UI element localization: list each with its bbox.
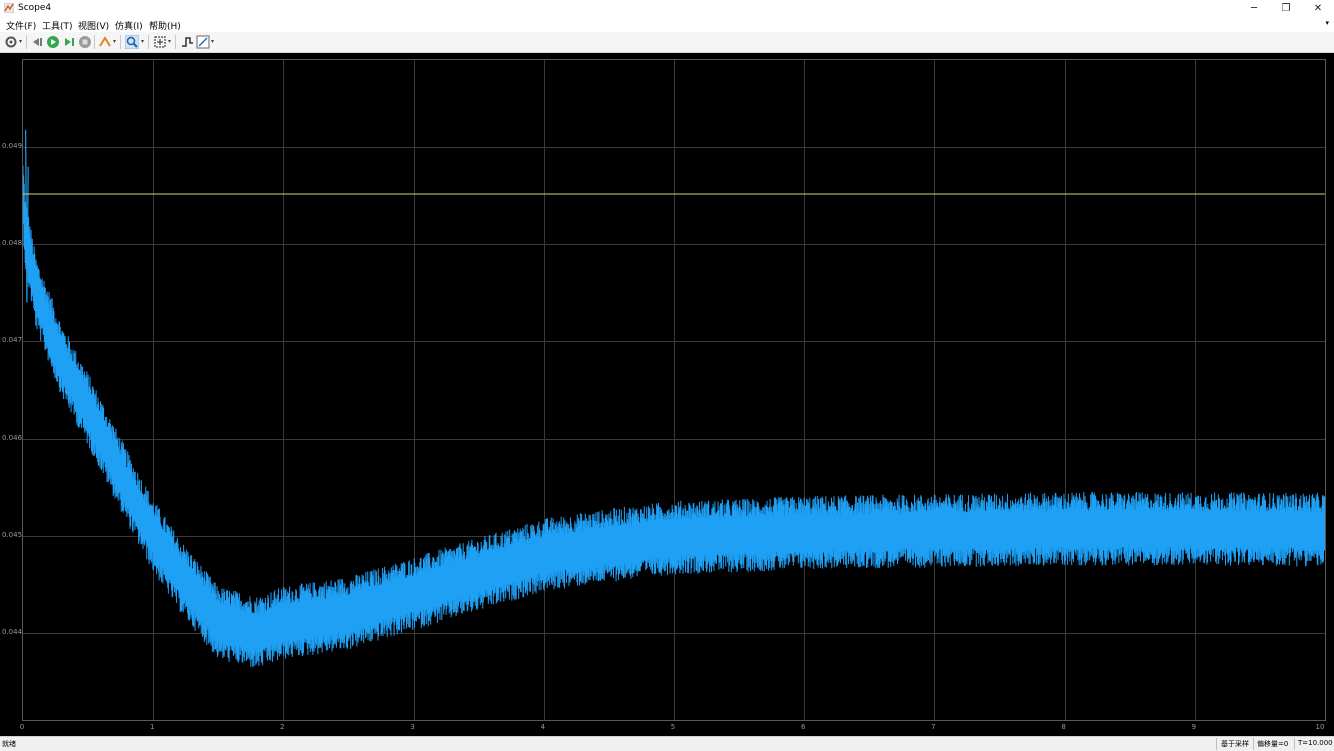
menu-bar: 文件(F) 工具(T) 视图(V) 仿真(I) 帮助(H) ▾ <box>0 17 1334 32</box>
x-tick-label: 3 <box>410 723 415 731</box>
y-tick-label: 0.045 <box>2 530 23 539</box>
zoom-dropdown-icon[interactable]: ▾ <box>141 38 144 45</box>
x-tick-label: 1 <box>149 723 155 731</box>
step-forward-icon[interactable] <box>62 35 76 49</box>
close-button[interactable]: ✕ <box>1302 0 1334 17</box>
highlight-dropdown-icon[interactable]: ▾ <box>113 38 116 45</box>
measurements-icon[interactable] <box>196 35 210 49</box>
status-divider <box>1216 738 1217 750</box>
y-tick-label: 0.046 <box>2 433 23 442</box>
toolbar-separator <box>148 35 149 49</box>
toolbar-separator <box>175 35 176 49</box>
minimize-button[interactable]: ─ <box>1238 0 1270 17</box>
status-divider <box>1253 738 1254 750</box>
x-tick-label: 8 <box>1061 723 1066 731</box>
menu-overflow-icon[interactable]: ▾ <box>1325 19 1329 27</box>
signal-trace-1 <box>23 165 1325 667</box>
x-tick-label: 7 <box>931 723 936 731</box>
menu-file[interactable]: 文件(F) <box>6 19 36 32</box>
y-tick-label: 0.044 <box>2 627 23 636</box>
scope-display: 0 1 2 3 4 5 6 7 8 9 10 0.044 0.045 0.046 0.047 0.048 0.0… <box>0 53 1334 736</box>
status-sample-mode: 基于采样 <box>1221 740 1249 748</box>
matlab-scope-icon <box>4 3 14 13</box>
plot-axes[interactable] <box>22 59 1326 721</box>
menu-view[interactable]: 视图(V) <box>78 19 109 32</box>
menu-simulation[interactable]: 仿真(I) <box>115 19 143 32</box>
triggers-icon[interactable] <box>180 35 194 49</box>
x-tick-label: 10 <box>1315 723 1325 731</box>
restore-button[interactable]: ❐ <box>1270 0 1302 17</box>
y-tick-label: 0.049 <box>2 142 23 151</box>
x-tick-label: 0 <box>19 723 25 731</box>
stop-icon[interactable] <box>78 35 92 49</box>
toolbar-separator <box>94 35 95 49</box>
toolbar: ▾ ▾ ▾ ▾ ▾ <box>0 32 1334 53</box>
step-back-icon[interactable] <box>30 35 44 49</box>
title-bar: Scope4 ─ ❐ ✕ <box>0 0 1334 17</box>
status-offset: 偏移量=0 <box>1257 740 1289 748</box>
status-divider <box>1294 738 1295 750</box>
y-tick-label: 0.047 <box>2 336 23 345</box>
toolbar-separator <box>120 35 121 49</box>
status-ready: 就绪 <box>2 740 16 748</box>
toolbar-separator <box>26 35 27 49</box>
x-tick-label: 9 <box>1191 723 1197 731</box>
autoscale-icon[interactable] <box>153 35 167 49</box>
run-icon[interactable] <box>46 35 60 49</box>
settings-dropdown-icon[interactable]: ▾ <box>19 38 22 45</box>
y-tick-label: 0.048 <box>2 239 23 248</box>
window-title: Scope4 <box>18 3 52 13</box>
status-bar: 就绪 基于采样 偏移量=0 T=10.000 <box>0 736 1334 751</box>
settings-icon[interactable] <box>4 35 18 49</box>
menu-help[interactable]: 帮助(H) <box>149 19 181 32</box>
x-tick-label: 4 <box>540 723 546 731</box>
x-tick-label: 2 <box>280 723 285 731</box>
highlight-icon[interactable] <box>98 35 112 49</box>
status-time: T=10.000 <box>1298 739 1333 747</box>
zoom-icon[interactable] <box>125 35 139 49</box>
menu-tools[interactable]: 工具(T) <box>42 19 73 32</box>
signal-plot <box>23 129 1325 667</box>
x-tick-label: 6 <box>800 723 806 731</box>
measurements-dropdown-icon[interactable]: ▾ <box>211 38 214 45</box>
x-tick-label: 5 <box>670 723 676 731</box>
autoscale-dropdown-icon[interactable]: ▾ <box>168 38 171 45</box>
